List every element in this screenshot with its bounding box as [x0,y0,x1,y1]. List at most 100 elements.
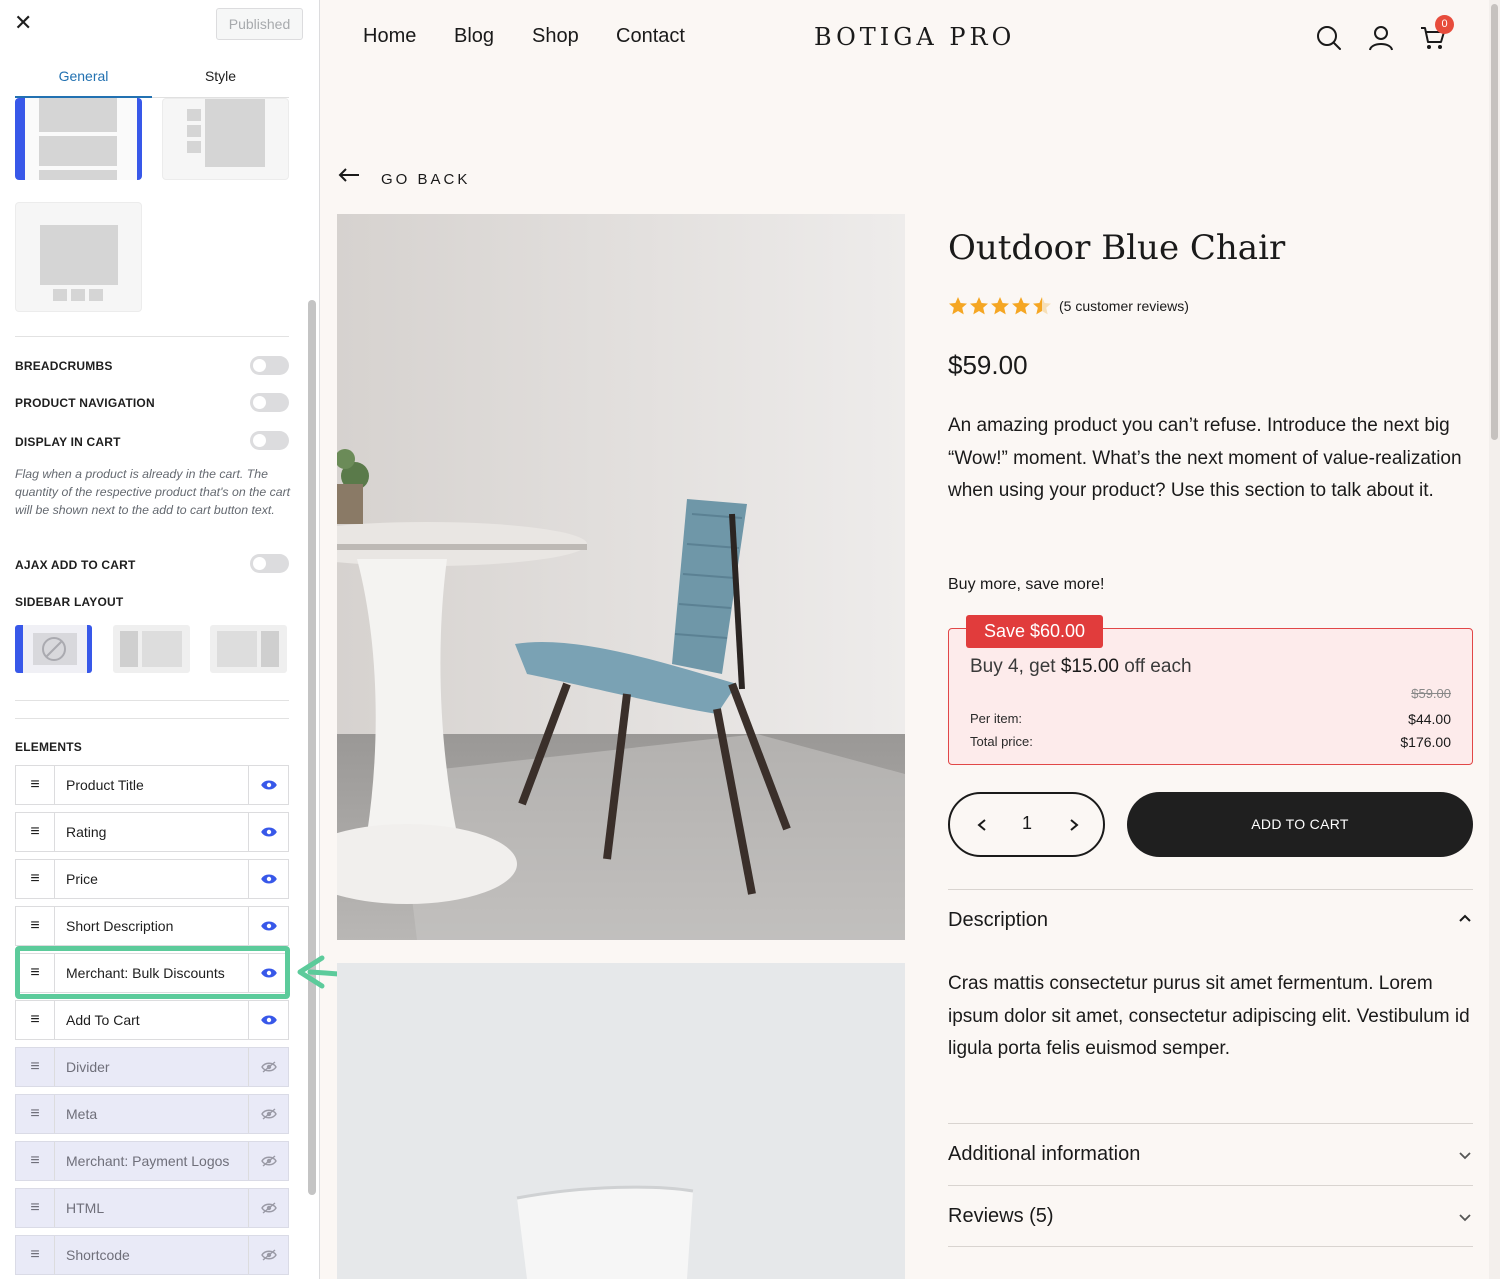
drag-handle-icon[interactable]: ≡ [16,860,55,898]
divider [15,718,289,719]
layout-option-gallery-left[interactable] [162,98,289,180]
element-row[interactable]: ≡ Merchant: Bulk Discounts [15,953,289,993]
drag-handle-icon[interactable]: ≡ [16,1189,55,1227]
page-scrollbar[interactable] [1489,0,1500,1279]
drag-handle-icon[interactable]: ≡ [16,1142,55,1180]
drag-handle-icon[interactable]: ≡ [16,1048,55,1086]
display-in-cart-toggle[interactable] [250,431,289,450]
star-rating [948,296,1053,316]
visibility-toggle-button[interactable] [248,766,288,804]
sidebar-option-left[interactable] [113,625,190,673]
published-button[interactable]: Published [216,8,303,40]
visibility-toggle-button[interactable] [248,907,288,945]
element-name: Short Description [66,918,174,934]
element-row[interactable]: ≡ Short Description [15,906,289,946]
page-scroll-thumb[interactable] [1491,4,1498,440]
drag-handle-icon[interactable]: ≡ [16,907,55,945]
reviews-tab[interactable]: Reviews (5) [948,1205,1054,1228]
eye-slash-icon [260,1108,277,1120]
go-back-link[interactable]: GO BACK [338,165,478,191]
drag-handle-icon[interactable]: ≡ [16,1236,55,1274]
search-icon[interactable] [1315,24,1343,52]
element-name: Shortcode [66,1247,130,1263]
layout-option-stacked[interactable] [15,98,142,180]
description-tab[interactable]: Description [948,909,1048,932]
element-name: Price [66,871,98,887]
element-row[interactable]: ≡ Product Title [15,765,289,805]
go-back-label: GO BACK [381,171,471,188]
element-row[interactable]: ≡ Add To Cart [15,1000,289,1040]
nav-shop[interactable]: Shop [532,25,579,48]
chevron-up-icon[interactable] [1457,910,1473,926]
product-image[interactable] [337,214,905,940]
sidebar-option-right[interactable] [210,625,287,673]
visibility-toggle-hidden-button[interactable] [248,1095,288,1133]
visibility-toggle-button[interactable] [248,813,288,851]
breadcrumbs-toggle[interactable] [250,356,289,375]
drag-handle-icon[interactable]: ≡ [16,1001,55,1039]
divider [15,336,289,337]
element-row[interactable]: ≡ Rating [15,812,289,852]
tab-style[interactable]: Style [152,62,289,98]
element-name: HTML [66,1200,105,1216]
panel-scrollbar[interactable] [308,300,316,1195]
quantity-input[interactable]: 1 [1008,813,1046,834]
account-icon[interactable] [1367,24,1395,52]
display-in-cart-label: DISPLAY IN CART [15,435,121,449]
product-title: Outdoor Blue Chair [948,228,1286,268]
nav-contact[interactable]: Contact [616,25,685,48]
star-icon [1033,297,1051,315]
visibility-toggle-button[interactable] [248,1001,288,1039]
close-icon[interactable]: ✕ [14,12,36,34]
chair-photo-2 [337,963,905,1279]
sidebar-option-none[interactable] [15,625,92,673]
element-row[interactable]: ≡ Divider [15,1047,289,1087]
element-row[interactable]: ≡ Merchant: Payment Logos [15,1141,289,1181]
chair-photo [337,214,905,940]
divider [948,1246,1473,1247]
product-image-secondary[interactable] [337,963,905,1279]
display-in-cart-help: Flag when a product is already in the ca… [15,467,291,517]
breadcrumbs-label: BREADCRUMBS [15,359,113,373]
element-row[interactable]: ≡ Meta [15,1094,289,1134]
element-row[interactable]: ≡ HTML [15,1188,289,1228]
customer-reviews-link[interactable]: (5 customer reviews) [1059,298,1189,314]
visibility-toggle-hidden-button[interactable] [248,1189,288,1227]
visibility-toggle-button[interactable] [248,954,288,992]
ajax-add-to-cart-toggle[interactable] [250,554,289,573]
divider [948,889,1473,890]
add-to-cart-button[interactable]: ADD TO CART [1127,792,1473,857]
element-name: Divider [66,1059,110,1075]
visibility-toggle-hidden-button[interactable] [248,1142,288,1180]
description-body: Cras mattis consectetur purus sit amet f… [948,973,1470,1059]
site-logo[interactable]: BOTIGA PRO [814,23,1015,51]
bulk-discount-offer[interactable]: Buy 4, get $15.00 off each $59.00 Per it… [948,628,1473,765]
layout-option-gallery-bottom[interactable] [15,202,142,312]
additional-information-tab[interactable]: Additional information [948,1143,1140,1166]
tab-general[interactable]: General [15,62,152,98]
visibility-toggle-button[interactable] [248,860,288,898]
drag-handle-icon[interactable]: ≡ [16,954,55,992]
per-item-label: Per item: [970,711,1023,726]
element-name: Merchant: Bulk Discounts [66,965,225,981]
eye-slash-icon [260,1061,277,1073]
quantity-stepper: 1 [948,792,1105,857]
visibility-toggle-hidden-button[interactable] [248,1236,288,1274]
nav-blog[interactable]: Blog [454,25,494,48]
divider [948,1123,1473,1124]
eye-slash-icon [260,1249,277,1261]
element-row[interactable]: ≡ Shortcode [15,1235,289,1275]
nav-home[interactable]: Home [363,25,416,48]
elements-label: ELEMENTS [15,740,82,754]
chevron-down-icon[interactable] [1457,1209,1473,1225]
element-name: Product Title [66,777,144,793]
element-row[interactable]: ≡ Price [15,859,289,899]
drag-handle-icon[interactable]: ≡ [16,1095,55,1133]
quantity-increase-button[interactable] [1062,813,1086,837]
chevron-down-icon[interactable] [1457,1147,1473,1163]
product-navigation-toggle[interactable] [250,393,289,412]
quantity-decrease-button[interactable] [970,813,994,837]
drag-handle-icon[interactable]: ≡ [16,766,55,804]
drag-handle-icon[interactable]: ≡ [16,813,55,851]
visibility-toggle-hidden-button[interactable] [248,1048,288,1086]
